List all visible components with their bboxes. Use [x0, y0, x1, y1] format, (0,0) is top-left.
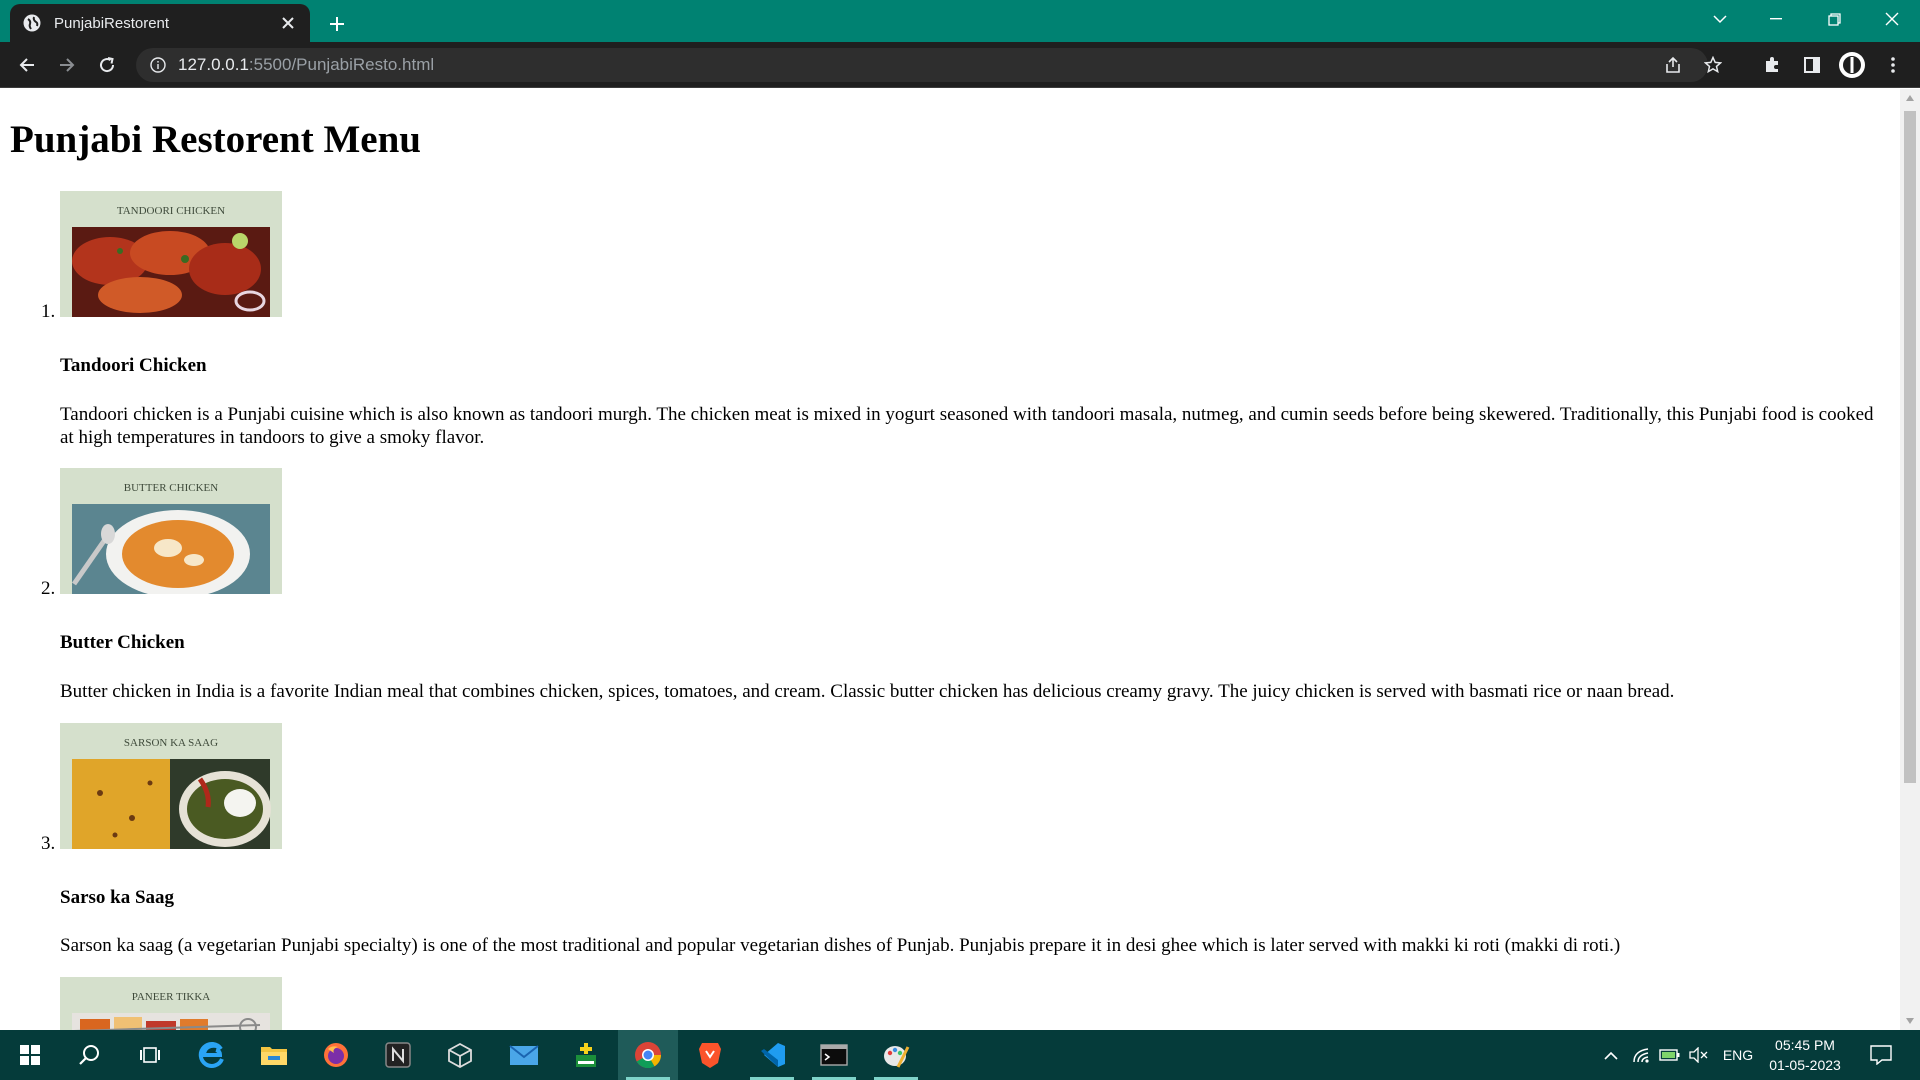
side-panel-icon[interactable] — [1797, 50, 1827, 80]
menu-item-sarson-ka-saag: SARSON KA SAAG Sarso ka Saag Sarson ka s… — [60, 722, 1890, 958]
menu-item-description: Butter chicken in India is a favorite In… — [60, 681, 1675, 703]
clock[interactable]: 05:45 PM 01-05-2023 — [1760, 1035, 1850, 1075]
scroll-down-icon[interactable] — [1900, 1012, 1920, 1030]
paneer-tikka-image: PANEER TIKKA — [60, 976, 282, 1030]
3d-cube-icon[interactable] — [430, 1030, 490, 1080]
page-content: Punjabi Restorent Menu TANDOORI CHICKEN … — [0, 118, 1900, 1030]
menu-kebab-icon[interactable] — [1878, 50, 1908, 80]
sarson-ka-saag-image-caption: SARSON KA SAAG — [124, 737, 218, 749]
menu-item-tandoori-chicken: TANDOORI CHICKEN Tandoori Chicken Tandoo… — [60, 190, 1890, 450]
sarson-ka-saag-image: SARSON KA SAAG — [60, 722, 282, 849]
notion-icon[interactable] — [368, 1030, 428, 1080]
clock-time: 05:45 PM — [1775, 1037, 1835, 1053]
scroll-thumb[interactable] — [1904, 111, 1916, 783]
scroll-up-icon[interactable] — [1900, 89, 1920, 107]
menu-item-title: Sarso ka Saag — [60, 886, 175, 908]
page-viewport: Punjabi Restorent Menu TANDOORI CHICKEN … — [0, 89, 1900, 1030]
tab-close-icon[interactable] — [278, 13, 298, 33]
bookmark-star-icon[interactable] — [1698, 50, 1728, 80]
clock-date: 01-05-2023 — [1769, 1057, 1841, 1073]
firefox-icon[interactable] — [306, 1030, 366, 1080]
restore-icon[interactable] — [1806, 0, 1862, 38]
tab-search-icon[interactable] — [1692, 0, 1748, 38]
menu-item-paneer-tikka: PANEER TIKKA — [60, 976, 1890, 1030]
menu-item-title: Butter Chicken — [60, 632, 185, 654]
butter-chicken-image: BUTTER CHICKEN — [60, 468, 282, 595]
butter-chicken-image-caption: BUTTER CHICKEN — [124, 482, 218, 494]
url-text: 127.0.0.1:5500/PunjabiResto.html — [178, 55, 434, 75]
tab-strip: PunjabiRestorent — [0, 0, 1920, 42]
menu-list: TANDOORI CHICKEN Tandoori Chicken Tandoo… — [10, 190, 1890, 1030]
tandoori-chicken-image: TANDOORI CHICKEN — [60, 190, 282, 317]
menu-item-description: Sarson ka saag (a vegetarian Punjabi spe… — [60, 935, 1621, 957]
tab-active[interactable]: PunjabiRestorent — [10, 4, 310, 42]
battery-icon[interactable] — [1658, 1040, 1682, 1070]
task-view-icon[interactable] — [120, 1030, 180, 1080]
search-icon[interactable] — [60, 1030, 120, 1080]
close-window-icon[interactable] — [1864, 0, 1920, 38]
url-path: :5500/PunjabiResto.html — [248, 55, 435, 74]
notification-icon[interactable] — [1866, 1040, 1896, 1070]
menu-item-description: Tandoori chicken is a Punjabi cuisine wh… — [60, 403, 1874, 448]
new-tab-button[interactable] — [322, 9, 352, 39]
minimize-icon[interactable] — [1748, 0, 1804, 38]
address-bar[interactable]: 127.0.0.1:5500/PunjabiResto.html — [136, 48, 1722, 82]
url-host: 127.0.0.1 — [178, 55, 249, 74]
profile-avatar[interactable] — [1837, 50, 1867, 80]
page-scrollbar[interactable] — [1900, 89, 1920, 1030]
menu-item-butter-chicken: BUTTER CHICKEN Butter Chicken Butter chi… — [60, 468, 1890, 703]
extensions-icon[interactable] — [1757, 50, 1787, 80]
menu-item-title: Tandoori Chicken — [60, 354, 207, 376]
file-explorer-icon[interactable] — [244, 1030, 304, 1080]
terminal-icon[interactable] — [804, 1030, 864, 1080]
globe-icon — [22, 13, 42, 33]
reload-icon[interactable] — [92, 50, 122, 80]
wifi-icon[interactable] — [1630, 1040, 1654, 1070]
language-indicator[interactable]: ENG — [1718, 1040, 1758, 1070]
show-hidden-icons-chevron-icon[interactable] — [1600, 1040, 1622, 1070]
chrome-icon[interactable] — [618, 1030, 678, 1080]
share-icon[interactable] — [1658, 50, 1688, 80]
speaker-muted-icon[interactable] — [1686, 1040, 1710, 1070]
vscode-icon[interactable] — [742, 1030, 802, 1080]
start-icon[interactable] — [0, 1030, 60, 1080]
site-info-icon[interactable] — [150, 57, 166, 73]
paint-icon[interactable] — [866, 1030, 926, 1080]
tandoori-chicken-image-caption: TANDOORI CHICKEN — [117, 205, 225, 217]
back-icon[interactable] — [12, 50, 42, 80]
tab-title: PunjabiRestorent — [54, 14, 170, 32]
paneer-tikka-image-caption: PANEER TIKKA — [132, 991, 211, 1003]
mail-icon[interactable] — [494, 1030, 554, 1080]
brave-icon[interactable] — [680, 1030, 740, 1080]
taskbar: ENG 05:45 PM 01-05-2023 — [0, 1030, 1920, 1080]
edge-icon[interactable] — [182, 1030, 242, 1080]
page-title: Punjabi Restorent Menu — [10, 118, 421, 161]
forward-icon[interactable] — [52, 50, 82, 80]
installer-icon[interactable] — [556, 1030, 616, 1080]
browser-toolbar: 127.0.0.1:5500/PunjabiResto.html — [0, 42, 1920, 88]
